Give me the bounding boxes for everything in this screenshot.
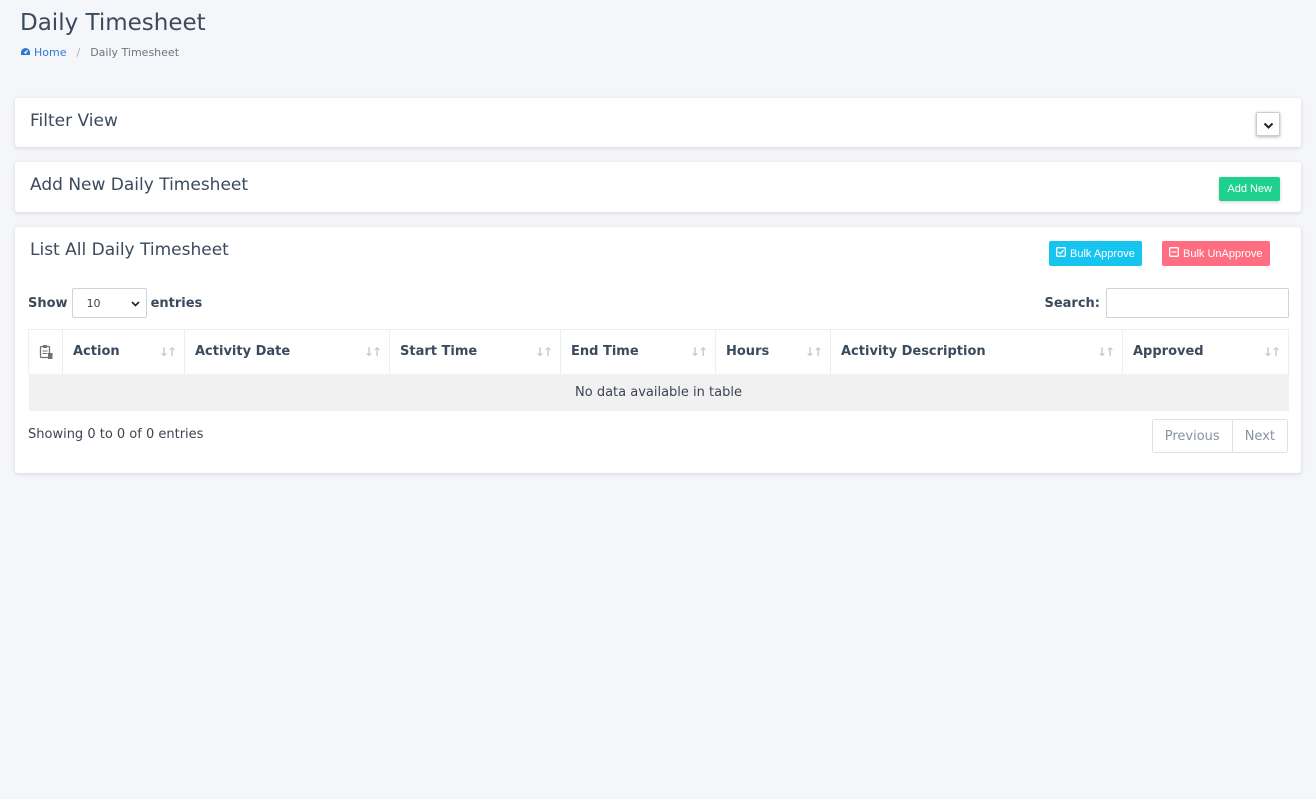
add-new-button[interactable]: Add New: [1219, 177, 1280, 201]
bulk-approve-button[interactable]: Bulk Approve: [1049, 241, 1142, 266]
empty-table-message: No data available in table: [28, 373, 1289, 411]
timesheet-table: Action ↓↑ Activity Date ↓↑ Start Time ↓↑ En…: [28, 329, 1289, 411]
page-length-select[interactable]: 10: [71, 288, 147, 318]
column-header-hours[interactable]: Hours ↓↑: [715, 329, 831, 374]
search-control: Search:: [1044, 288, 1289, 318]
table-row: No data available in table: [28, 373, 1289, 411]
search-label: Search:: [1044, 295, 1100, 311]
bulk-unapprove-button[interactable]: Bulk UnApprove: [1162, 241, 1270, 266]
sort-icon: ↓↑: [1096, 345, 1115, 359]
timesheet-table-wrapper: Action ↓↑ Activity Date ↓↑ Start Time ↓↑ En…: [28, 329, 1289, 411]
add-timesheet-title: Add New Daily Timesheet: [30, 175, 249, 195]
previous-page-button[interactable]: Previous: [1152, 420, 1232, 452]
page-header: Daily Timesheet Home / Daily Timesheet: [20, 8, 206, 59]
column-header-label: End Time: [571, 344, 639, 360]
column-header-label: Approved: [1133, 344, 1204, 360]
filter-view-card: Filter View: [15, 98, 1301, 147]
filter-view-title: Filter View: [30, 111, 118, 131]
sort-icon: ↓↑: [534, 345, 553, 359]
pagination: Previous Next: [1151, 419, 1288, 453]
entries-label: entries: [150, 295, 203, 311]
list-timesheet-title: List All Daily Timesheet: [30, 240, 229, 260]
bulk-approve-label: Bulk Approve: [1070, 247, 1135, 260]
column-header-label: Action: [73, 344, 120, 360]
column-header-activity-description[interactable]: Activity Description ↓↑: [830, 329, 1123, 374]
show-label: Show: [28, 295, 68, 311]
column-header-start-time[interactable]: Start Time ↓↑: [389, 329, 561, 374]
sort-icon: ↓↑: [363, 345, 382, 359]
add-timesheet-card: Add New Daily Timesheet Add New: [15, 162, 1301, 212]
table-header-row: Action ↓↑ Activity Date ↓↑ Start Time ↓↑ En…: [28, 329, 1289, 374]
column-header-label: Activity Date: [195, 344, 291, 360]
breadcrumb-home-link[interactable]: Home: [20, 46, 66, 59]
page-length-value: 10: [86, 296, 101, 310]
clipboard-check-icon: [29, 344, 62, 360]
breadcrumb-home-label: Home: [34, 46, 67, 59]
filter-toggle-button[interactable]: [1256, 112, 1280, 136]
column-header-end-time[interactable]: End Time ↓↑: [560, 329, 716, 374]
bulk-unapprove-label: Bulk UnApprove: [1183, 247, 1263, 260]
sort-icon: ↓↑: [1262, 345, 1281, 359]
column-header-label: Start Time: [400, 344, 478, 360]
column-header-action[interactable]: Action ↓↑: [62, 329, 185, 374]
dashboard-icon: [20, 46, 31, 59]
column-header-activity-date[interactable]: Activity Date ↓↑: [184, 329, 390, 374]
column-header-approved[interactable]: Approved ↓↑: [1122, 329, 1289, 374]
sort-icon: ↓↑: [804, 345, 823, 359]
chevron-down-icon: [1263, 115, 1274, 134]
table-info: Showing 0 to 0 of 0 entries: [28, 427, 204, 442]
page-length-control: Show 10 entries: [28, 288, 202, 318]
page-title: Daily Timesheet: [20, 10, 206, 36]
breadcrumb-separator: /: [76, 46, 81, 59]
list-timesheet-card: List All Daily Timesheet Bulk Approve Bu…: [15, 227, 1301, 473]
minus-square-icon: [1169, 247, 1179, 260]
column-header-label: Hours: [726, 344, 770, 360]
sort-icon: ↓↑: [158, 345, 177, 359]
select-all-header[interactable]: [28, 329, 63, 374]
column-header-label: Activity Description: [841, 344, 986, 360]
check-square-icon: [1056, 247, 1066, 260]
breadcrumb-current: Daily Timesheet: [90, 46, 180, 59]
next-page-button[interactable]: Next: [1231, 420, 1287, 452]
chevron-down-icon: [130, 297, 140, 310]
sort-icon: ↓↑: [689, 345, 708, 359]
search-input[interactable]: [1106, 288, 1289, 318]
breadcrumb: Home / Daily Timesheet: [20, 46, 206, 59]
